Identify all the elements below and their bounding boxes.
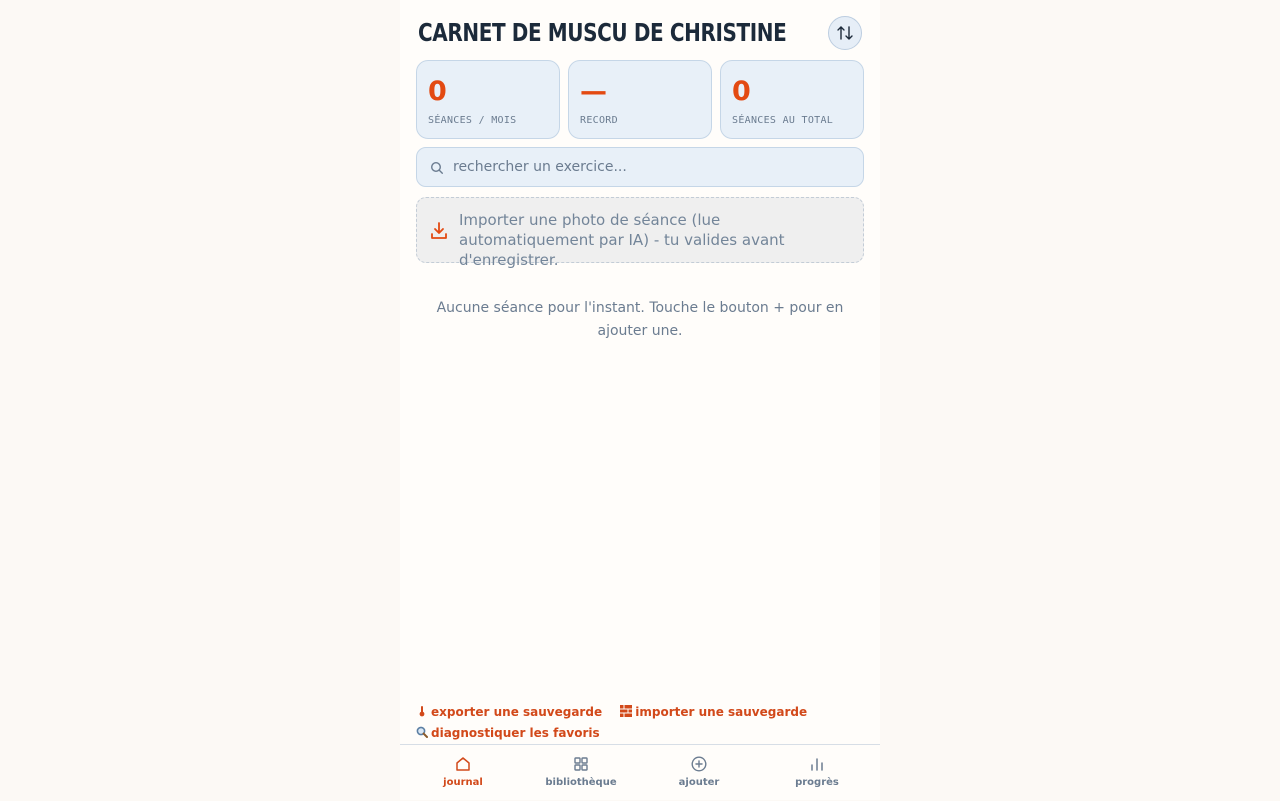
backup-links: exporter une sauvegarde importer une sau… — [416, 702, 864, 744]
nav-label: journal — [443, 777, 483, 788]
search-icon — [430, 161, 443, 174]
nav-label: bibliothèque — [545, 777, 617, 788]
stat-label: RECORD — [580, 115, 618, 126]
nav-label: ajouter — [678, 777, 720, 788]
download-icon — [431, 222, 447, 239]
home-icon — [456, 757, 470, 771]
diagnose-favorites-label: diagnostiquer les favoris — [431, 726, 600, 740]
stat-value: 0 — [732, 76, 751, 107]
stat-card-sessions-month: 0 SÉANCES / MOIS — [416, 60, 560, 139]
stat-value: — — [580, 76, 607, 107]
nav-item-progres[interactable]: progrès — [757, 745, 877, 801]
magnifier-icon — [416, 726, 428, 738]
diagnose-favorites-link[interactable]: diagnostiquer les favoris — [416, 726, 600, 740]
import-backup-label: importer une sauvegarde — [635, 705, 808, 719]
nav-item-bibliotheque[interactable]: bibliothèque — [521, 745, 641, 801]
nav-item-ajouter[interactable]: ajouter — [639, 745, 759, 801]
page-title: CARNET DE MUSCU DE CHRISTINE — [418, 18, 787, 47]
bottom-nav: journal bibliothèque ajouter progrès — [400, 744, 880, 800]
brick-icon — [620, 705, 633, 717]
nav-item-journal[interactable]: journal — [403, 745, 523, 801]
search-bar — [416, 147, 864, 187]
app-container: CARNET DE MUSCU DE CHRISTINE 0 SÉANCES /… — [400, 0, 880, 800]
empty-state-message: Aucune séance pour l'instant. Touche le … — [436, 300, 844, 339]
import-photo-button[interactable]: Importer une photo de séance (lue automa… — [416, 197, 864, 269]
plus-circle-icon — [691, 756, 707, 772]
export-backup-label: exporter une sauvegarde — [431, 705, 603, 719]
bar-chart-icon — [811, 758, 823, 771]
stat-label: SÉANCES AU TOTAL — [732, 115, 834, 126]
thermometer-icon — [419, 706, 425, 717]
sort-arrows-icon — [837, 26, 853, 40]
nav-label: progrès — [795, 777, 839, 788]
stat-value: 0 — [428, 76, 447, 107]
sort-button[interactable] — [828, 16, 862, 50]
search-input[interactable] — [453, 148, 853, 186]
import-photo-text: Importer une photo de séance (lue automa… — [459, 211, 785, 269]
export-backup-link[interactable]: exporter une sauvegarde — [416, 705, 606, 719]
stat-card-sessions-total: 0 SÉANCES AU TOTAL — [720, 60, 864, 139]
stat-label: SÉANCES / MOIS — [428, 115, 517, 126]
stat-card-record: — RECORD — [568, 60, 712, 139]
grid-icon — [574, 757, 588, 771]
import-backup-link[interactable]: importer une sauvegarde — [620, 705, 807, 719]
